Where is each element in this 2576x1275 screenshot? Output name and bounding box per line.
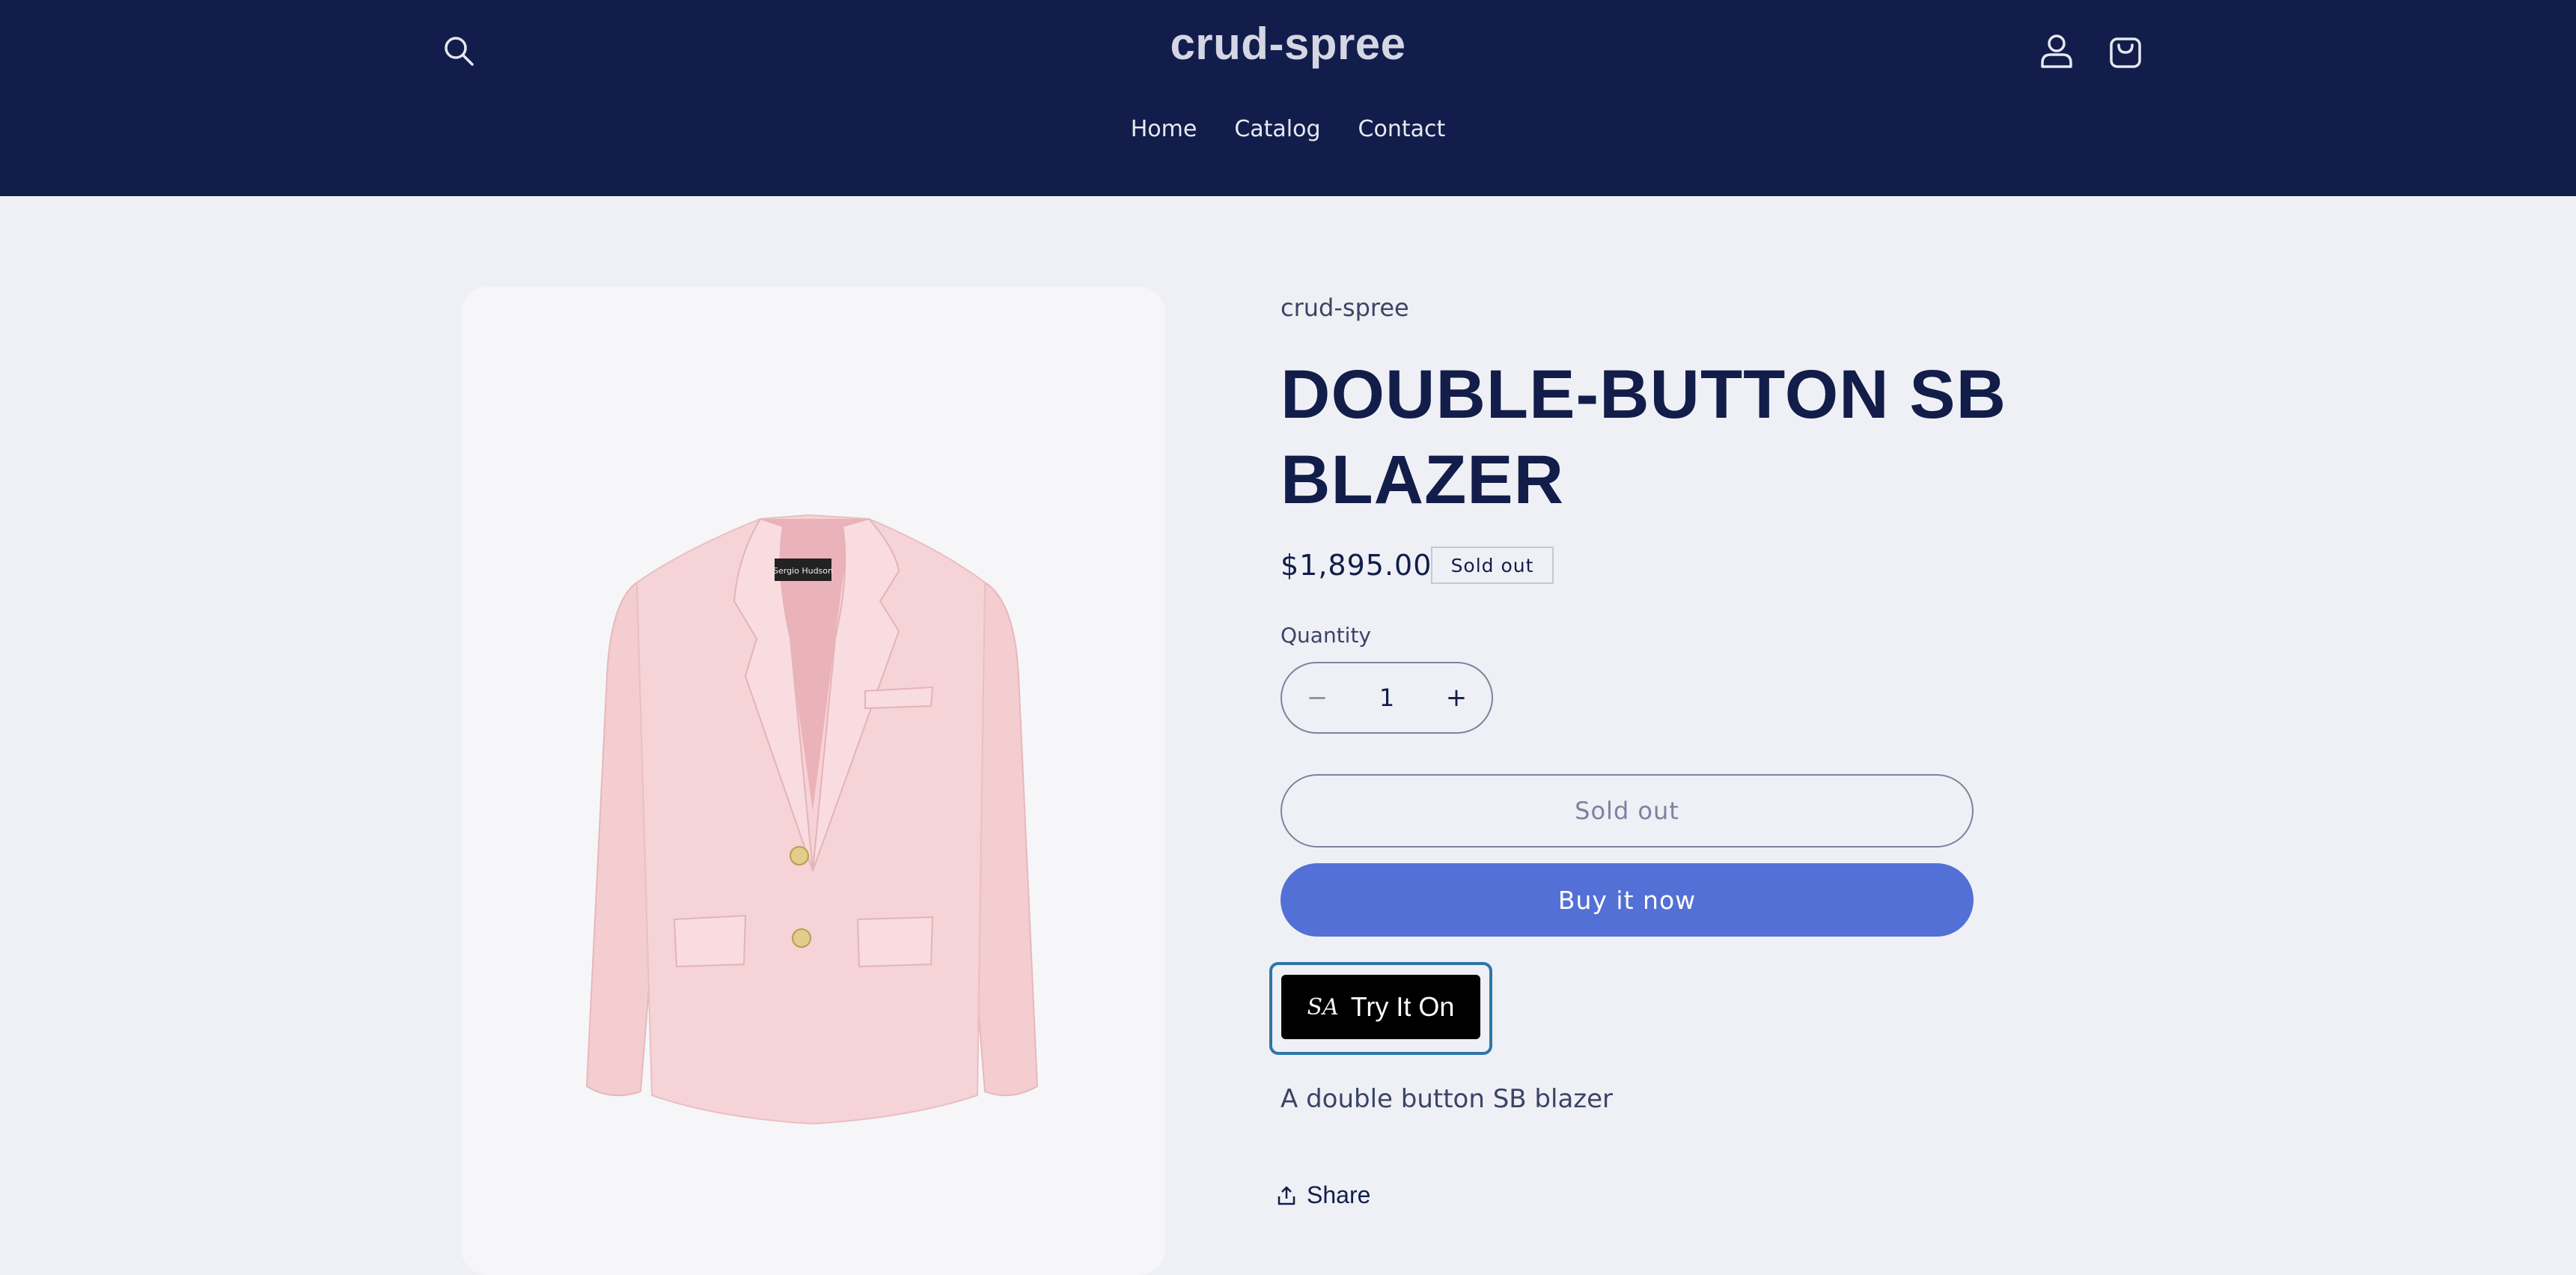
product-description: A double button SB blazer (1281, 1084, 1614, 1114)
quantity-decrease-button[interactable]: − (1284, 663, 1351, 732)
try-it-on-label: Try It On (1350, 991, 1455, 1022)
quantity-input[interactable]: 1 (1351, 663, 1423, 732)
product-vendor: crud-spree (1281, 293, 1409, 322)
try-on-logo-icon: SA (1307, 993, 1339, 1020)
site-header: crud-spree Home Catalog Contact (0, 0, 2576, 196)
share-icon (1278, 1186, 1295, 1205)
cart-icon[interactable] (2103, 28, 2148, 73)
quantity-stepper: − 1 + (1281, 662, 1493, 734)
product-image[interactable]: Sergio Hudson (461, 287, 1165, 1275)
try-it-on-button[interactable]: SA Try It On (1281, 975, 1480, 1039)
store-logo[interactable]: crud-spree (1026, 18, 1550, 70)
blazer-image: Sergio Hudson (585, 514, 1039, 1125)
sold-out-button[interactable]: Sold out (1281, 774, 1974, 848)
share-button[interactable]: Share (1277, 1181, 1370, 1209)
share-label: Share (1307, 1181, 1371, 1208)
nav-contact[interactable]: Contact (1358, 116, 1446, 142)
buy-it-now-button[interactable]: Buy it now (1281, 863, 1974, 937)
quantity-label: Quantity (1281, 623, 1371, 648)
main-nav: Home Catalog Contact (0, 116, 2576, 142)
label-tag-text: Sergio Hudson (773, 566, 833, 576)
quantity-increase-button[interactable]: + (1423, 663, 1490, 732)
sold-out-badge: Sold out (1431, 547, 1554, 584)
account-icon[interactable] (2034, 28, 2079, 73)
nav-home[interactable]: Home (1131, 116, 1197, 142)
product-title: DOUBLE-BUTTON SB BLAZER (1281, 356, 2007, 518)
search-icon[interactable] (438, 30, 480, 72)
nav-catalog[interactable]: Catalog (1234, 116, 1320, 142)
product-price: $1,895.00 (1281, 549, 1432, 582)
